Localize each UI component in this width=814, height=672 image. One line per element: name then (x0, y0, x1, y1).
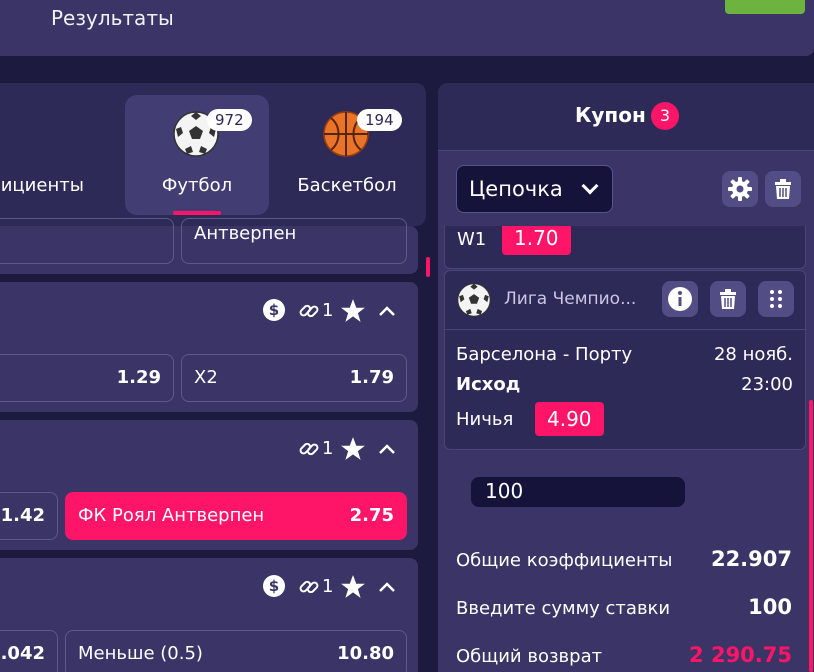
tab-basketball[interactable]: 194 Баскетбол (275, 95, 419, 215)
bet-market: Исход (456, 374, 521, 395)
event-card: $ 1 1.042 Меньше (0.5) 10.80 (0, 558, 418, 672)
odd-button[interactable]: 1.29 (0, 354, 174, 402)
odd-button[interactable]: Антверпен (181, 218, 407, 264)
bet-odd: 4.90 (535, 402, 604, 436)
cashout-icon[interactable]: $ (262, 574, 286, 598)
tab-football[interactable]: 972 Футбол (125, 95, 269, 215)
chevron-up-icon[interactable] (378, 578, 396, 596)
link-count: 1 (322, 576, 334, 597)
tab-label: эффициенты (0, 175, 84, 196)
link-icon[interactable] (298, 438, 320, 460)
tab-label: Баскетбол (297, 175, 397, 196)
bet-type-select[interactable]: Цепочка (456, 165, 613, 213)
bet-match: Барселона - Порту (456, 344, 633, 365)
link-icon[interactable] (298, 576, 320, 598)
drag-icon (770, 290, 782, 308)
football-icon (457, 283, 491, 317)
link-count: 1 (322, 300, 334, 321)
basketball-count-badge: 194 (357, 109, 402, 131)
divider (445, 329, 805, 330)
bet-item: Лига Чемпио... Барселона - Порту 28 нояб… (444, 270, 806, 450)
coupon-count-badge: 3 (651, 102, 679, 130)
chevron-down-icon (581, 177, 599, 195)
event-card: $ 1 1.29 X2 1.79 (0, 282, 418, 412)
tab-label: Футбол (161, 175, 233, 196)
total-return-value: 2 290.75 (689, 643, 792, 667)
cashout-icon[interactable]: $ (262, 298, 286, 322)
gear-icon (728, 177, 752, 201)
scrollbar[interactable] (809, 400, 813, 672)
scroll-indicator (426, 257, 430, 277)
bet-type-value: Цепочка (469, 177, 563, 201)
stake-input[interactable]: 100 (471, 477, 685, 507)
chevron-up-icon[interactable] (378, 440, 396, 458)
star-icon[interactable] (340, 574, 366, 600)
clear-coupon-button[interactable] (765, 171, 801, 207)
odd-button[interactable]: 1.042 (0, 630, 58, 672)
total-odds-value: 22.907 (710, 547, 792, 571)
coupon-title: Купон (575, 103, 646, 127)
link-icon[interactable] (298, 300, 320, 322)
info-icon (668, 287, 692, 311)
event-card: Антверпен (0, 218, 418, 274)
trash-icon (720, 289, 736, 309)
bet-selection: Ничья (456, 409, 514, 430)
bet-league: Лига Чемпио... (504, 289, 637, 309)
football-count-badge: 972 (207, 109, 252, 131)
link-count: 1 (322, 438, 334, 459)
star-icon[interactable] (340, 298, 366, 324)
settings-button[interactable] (722, 171, 758, 207)
bet-date: 28 нояб. (713, 344, 793, 365)
active-tab-indicator (173, 211, 221, 215)
info-button[interactable] (662, 281, 698, 317)
tab-odds[interactable]: эффициенты (0, 95, 104, 215)
odd-button[interactable]: Меньше (0.5) 10.80 (65, 630, 407, 672)
chevron-up-icon[interactable] (378, 302, 396, 320)
total-return-label: Общий возврат (456, 646, 603, 667)
results-link[interactable]: Результаты (51, 6, 174, 30)
register-button[interactable] (725, 0, 805, 14)
odd-button[interactable]: X2 1.79 (181, 354, 407, 402)
drag-handle[interactable] (758, 281, 794, 317)
event-card: 1 1.42 ФК Роял Антверпен 2.75 (0, 420, 418, 550)
stake-label: Введите сумму ставки (456, 598, 671, 619)
odd-button-selected[interactable]: ФК Роял Антверпен 2.75 (65, 492, 407, 540)
odd-button[interactable]: 1.42 (0, 492, 58, 540)
bet-time: 23:00 (741, 374, 793, 395)
bet-odd: 1.70 (502, 221, 571, 255)
total-odds-label: Общие коэффициенты (456, 550, 673, 571)
trash-icon (775, 179, 791, 199)
stake-value: 100 (748, 595, 792, 619)
star-icon[interactable] (340, 436, 366, 462)
sports-tabs: эффициенты 972 Футбол 194 Баскетбол (0, 83, 426, 226)
remove-bet-button[interactable] (710, 281, 746, 317)
bet-selection: W1 (457, 229, 487, 250)
svg-text:$: $ (269, 577, 279, 595)
odd-button[interactable] (0, 218, 174, 264)
svg-text:$: $ (269, 301, 279, 319)
